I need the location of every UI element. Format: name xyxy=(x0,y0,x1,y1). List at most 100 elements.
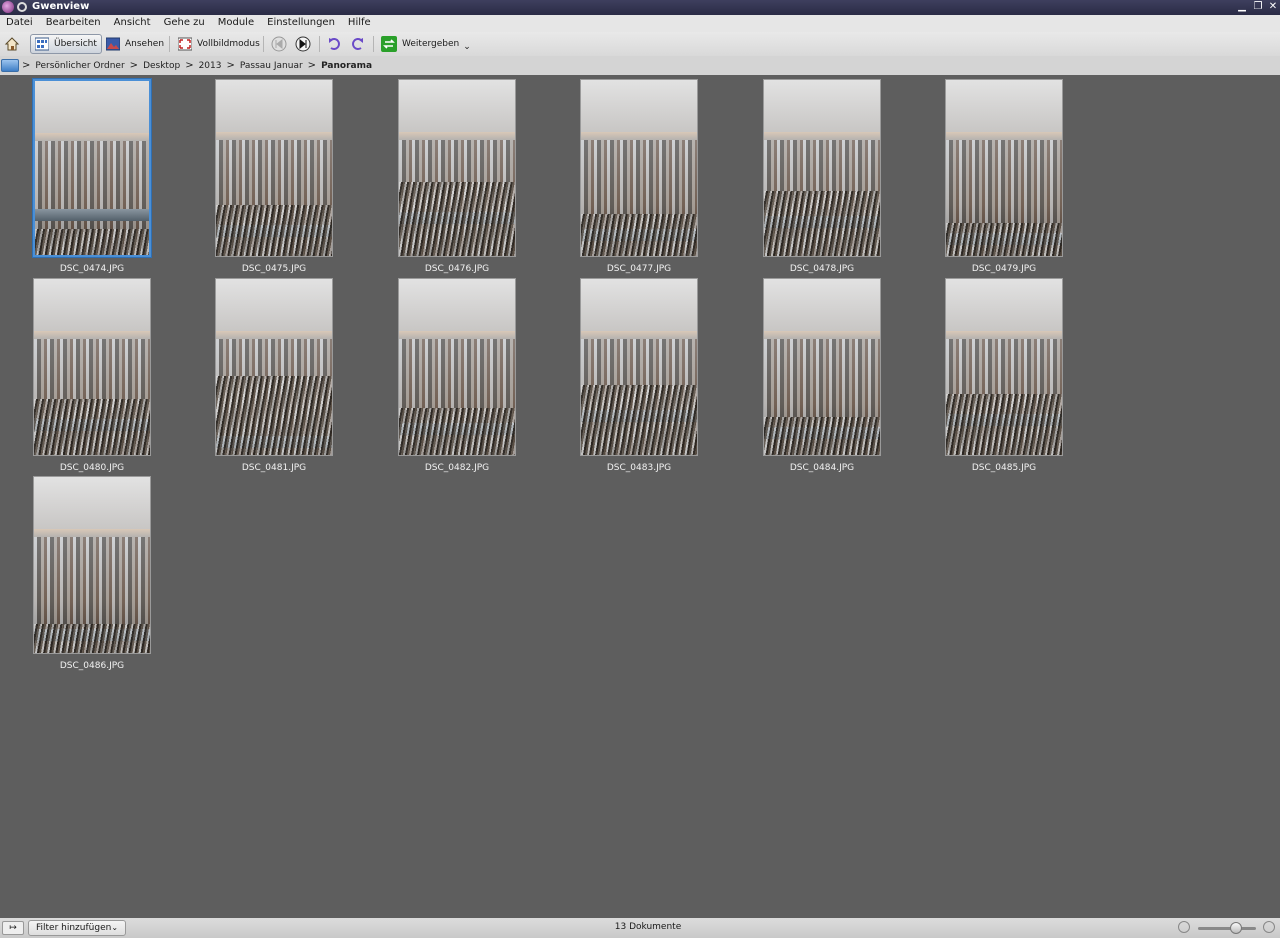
thumbnail-item[interactable] xyxy=(763,278,881,456)
rotate-right-button[interactable] xyxy=(349,34,370,54)
gwenview-app-icon[interactable] xyxy=(2,1,14,13)
view-button[interactable]: Ansehen xyxy=(106,34,164,54)
maximize-button[interactable]: ❐ xyxy=(1252,1,1264,13)
thumbnail-image-trees xyxy=(216,376,332,455)
share-button[interactable]: Weitergeben ⌄ xyxy=(381,34,471,54)
thumbnail-label[interactable]: DSC_0485.JPG xyxy=(934,463,1074,473)
menu-hilfe[interactable]: Hilfe xyxy=(345,15,374,32)
rotate-left-icon xyxy=(329,38,340,50)
places-icon[interactable] xyxy=(1,59,19,72)
thumbnail-item[interactable] xyxy=(33,79,151,257)
thumbnail-label[interactable]: DSC_0486.JPG xyxy=(22,661,162,671)
thumbnail-grid[interactable]: DSC_0474.JPG DSC_0475.JPG DSC_0476.JPG DSC_… xyxy=(0,75,1280,918)
zoom-slider[interactable] xyxy=(1198,927,1256,930)
chevron-right-icon[interactable]: > xyxy=(308,60,316,71)
menu-module[interactable]: Module xyxy=(215,15,257,32)
zoom-in-icon[interactable] xyxy=(1263,921,1275,933)
thumbnail-label[interactable]: DSC_0480.JPG xyxy=(22,463,162,473)
view-label: Ansehen xyxy=(125,39,165,49)
thumbnail-item[interactable] xyxy=(763,79,881,257)
menu-datei[interactable]: Datei xyxy=(3,15,36,32)
thumbnail-image-trees xyxy=(764,191,880,256)
window-menu-icon[interactable] xyxy=(17,2,27,12)
chevron-right-icon[interactable]: > xyxy=(185,60,193,71)
thumbnail-image-trees xyxy=(399,182,515,256)
overview-button[interactable]: Übersicht xyxy=(30,34,102,54)
thumbnail-item[interactable] xyxy=(33,476,151,654)
thumbnail-label[interactable]: DSC_0475.JPG xyxy=(204,264,344,274)
thumbnail-image-trees xyxy=(581,214,697,256)
thumbnail-image xyxy=(946,80,1062,140)
thumbnail-image xyxy=(216,279,332,339)
fullscreen-button[interactable]: Vollbildmodus xyxy=(178,34,260,54)
menu-einstellungen[interactable]: Einstellungen xyxy=(264,15,338,32)
window-title: Gwenview xyxy=(32,1,90,12)
thumbnail-image-trees xyxy=(34,624,150,653)
thumbnail-label[interactable]: DSC_0479.JPG xyxy=(934,264,1074,274)
menu-bar: Datei Bearbeiten Ansicht Gehe zu Module … xyxy=(0,15,1280,32)
thumbnail-item[interactable] xyxy=(580,79,698,257)
main-toolbar: Übersicht Ansehen Vollbildmodus Weiterge… xyxy=(0,32,1280,56)
thumbnail-label[interactable]: DSC_0476.JPG xyxy=(387,264,527,274)
home-icon xyxy=(4,37,20,51)
breadcrumb-item-passau-januar[interactable]: Passau Januar xyxy=(240,61,303,71)
toolbar-separator xyxy=(373,36,374,52)
thumbnail-item[interactable] xyxy=(215,278,333,456)
thumbnail-image-trees xyxy=(581,385,697,455)
thumbnail-label[interactable]: DSC_0482.JPG xyxy=(387,463,527,473)
add-filter-button[interactable]: Filter hinzufügen⌄ xyxy=(28,920,127,936)
home-button[interactable] xyxy=(4,34,25,54)
close-button[interactable]: ✕ xyxy=(1267,1,1279,13)
thumbnail-item[interactable] xyxy=(945,79,1063,257)
breadcrumb-item-current[interactable]: Panorama xyxy=(321,61,372,71)
menu-gehe-zu[interactable]: Gehe zu xyxy=(161,15,208,32)
overview-label: Übersicht xyxy=(54,39,97,49)
thumbnail-image-river xyxy=(35,209,149,221)
thumbnail-image-trees xyxy=(216,205,332,256)
thumbnail-label[interactable]: DSC_0477.JPG xyxy=(569,264,709,274)
chevron-down-icon: ⌄ xyxy=(111,923,119,932)
status-bar: ↦ Filter hinzufügen⌄ 13 Dokumente xyxy=(0,918,1280,938)
toolbar-separator xyxy=(319,36,320,52)
next-button[interactable] xyxy=(295,34,316,54)
thumbnail-image-trees xyxy=(34,399,150,455)
share-label: Weitergeben xyxy=(402,39,460,49)
thumbnail-image xyxy=(34,477,150,537)
rotate-left-button[interactable] xyxy=(327,34,348,54)
thumbnail-item[interactable] xyxy=(398,278,516,456)
toolbar-separator xyxy=(263,36,264,52)
thumbnail-image xyxy=(216,80,332,140)
thumbnail-item[interactable] xyxy=(33,278,151,456)
thumbnail-image-trees xyxy=(946,223,1062,256)
breadcrumb: > Persönlicher Ordner > Desktop > 2013 >… xyxy=(0,56,1280,75)
thumbnail-image xyxy=(34,279,150,339)
thumbnail-item[interactable] xyxy=(945,278,1063,456)
previous-button[interactable] xyxy=(271,34,292,54)
thumbnail-image-trees xyxy=(946,394,1062,455)
thumbnail-label[interactable]: DSC_0484.JPG xyxy=(752,463,892,473)
thumbnail-label[interactable]: DSC_0478.JPG xyxy=(752,264,892,274)
breadcrumb-item-desktop[interactable]: Desktop xyxy=(143,61,180,71)
share-dropdown-icon[interactable]: ⌄ xyxy=(463,42,471,52)
thumbnail-item[interactable] xyxy=(398,79,516,257)
menu-bearbeiten[interactable]: Bearbeiten xyxy=(43,15,104,32)
thumbnail-image xyxy=(399,80,515,140)
thumbnail-item[interactable] xyxy=(215,79,333,257)
chevron-right-icon[interactable]: > xyxy=(226,60,234,71)
fullscreen-icon xyxy=(178,37,192,51)
chevron-right-icon[interactable]: > xyxy=(130,60,138,71)
chevron-right-icon[interactable]: > xyxy=(22,60,30,71)
breadcrumb-item-home[interactable]: Persönlicher Ordner xyxy=(35,61,124,71)
zoom-out-icon[interactable] xyxy=(1178,921,1190,933)
minimize-button[interactable]: ▁ xyxy=(1236,1,1248,13)
zoom-slider-handle[interactable] xyxy=(1230,922,1242,934)
thumbnail-label[interactable]: DSC_0483.JPG xyxy=(569,463,709,473)
menu-ansicht[interactable]: Ansicht xyxy=(111,15,154,32)
thumbnail-item[interactable] xyxy=(580,278,698,456)
thumbnail-image-trees xyxy=(35,229,149,255)
thumbnail-label[interactable]: DSC_0474.JPG xyxy=(22,264,162,274)
breadcrumb-item-2013[interactable]: 2013 xyxy=(199,61,222,71)
thumbnail-label[interactable]: DSC_0481.JPG xyxy=(204,463,344,473)
sidebar-toggle-button[interactable]: ↦ xyxy=(2,921,24,935)
fullscreen-label: Vollbildmodus xyxy=(197,39,260,49)
